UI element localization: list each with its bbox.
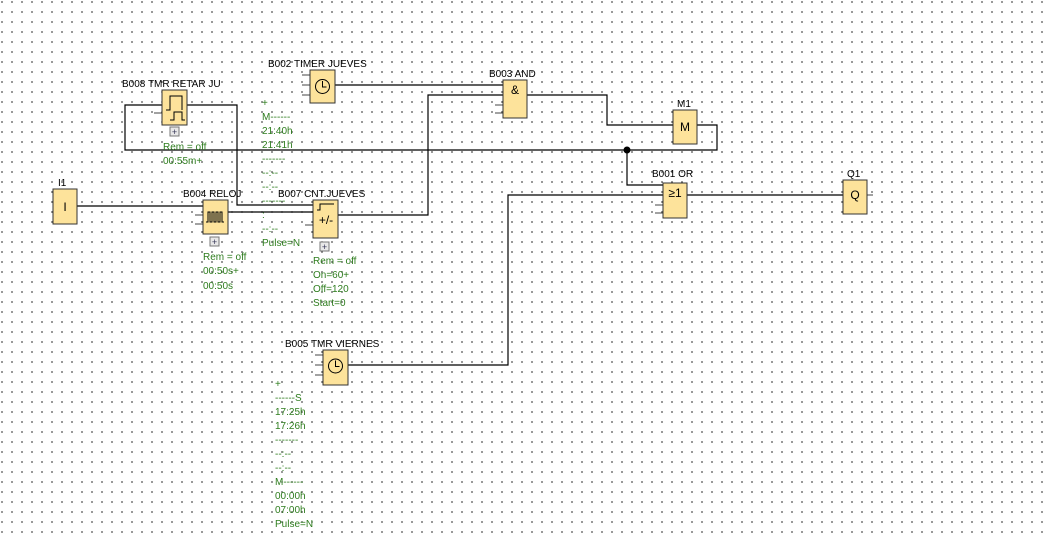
param-line: ------S [275, 393, 302, 404]
block-q1[interactable]: Q1 Q [842, 169, 868, 215]
param-line: Pulse=N [262, 238, 300, 249]
diagram-canvas[interactable]: I1 I B008 TMR RETAR JU + Rem = off 00:55… [0, 0, 1051, 538]
block-label: B002 TIMER JUEVES [268, 59, 367, 70]
b004-params: Rem = off 00:50s+ 00:50s [203, 252, 247, 292]
b008-params: Rem = off 00:55m+ [163, 142, 207, 167]
block-i1[interactable]: I1 I [52, 178, 78, 225]
block-label: M1 [677, 99, 691, 110]
wires [77, 84, 873, 366]
param-line: ------- [262, 154, 285, 165]
block-label: B008 TMR RETAR JU [122, 79, 221, 90]
b007-params: Rem = off On=60+ Off=120 Start=0 [313, 256, 357, 309]
svg-text:00:50s: 00:50s [203, 281, 233, 292]
b002-params: +M------21:40h21:41h---------:----:-----… [262, 98, 300, 249]
plus-icon: + [172, 127, 177, 137]
input-stubs [154, 74, 663, 376]
block-label: B004 RELOJ [183, 189, 241, 200]
param-line: 21:41h [262, 140, 293, 151]
param-line: 00:00h [275, 491, 306, 502]
svg-text:00:55m+: 00:55m+ [163, 156, 202, 167]
svg-text:Start=0: Start=0 [313, 298, 346, 309]
wire-feedback-loop[interactable] [124, 104, 718, 151]
flag-symbol: M [680, 120, 690, 134]
param-line: + [262, 98, 268, 109]
input-symbol: I [63, 200, 66, 214]
block-b001[interactable]: B001 OR ≥1 [652, 169, 693, 219]
plus-icon: + [212, 237, 217, 247]
param-line: + [275, 379, 281, 390]
param-line: --:-- [262, 224, 278, 235]
param-line: M------ [262, 112, 290, 123]
svg-text:Rem = off: Rem = off [163, 142, 207, 153]
wire-b003-m1[interactable] [527, 94, 673, 126]
svg-text:On=60+: On=60+ [313, 270, 349, 281]
block-b003[interactable]: B003 AND & [489, 69, 536, 119]
param-line: 07:00h [275, 505, 306, 516]
param-line: M------ [275, 477, 303, 488]
param-line: 17:25h [275, 407, 306, 418]
svg-text:Rem = off: Rem = off [313, 256, 357, 267]
block-m1[interactable]: M1 M [672, 99, 698, 145]
param-line: 21:40h [262, 126, 293, 137]
block-label: Q1 [847, 169, 861, 180]
param-line: Pulse=N [275, 519, 313, 530]
output-symbol: Q [850, 188, 859, 202]
wire-junction-dot [623, 146, 631, 154]
block-b008[interactable]: B008 TMR RETAR JU [122, 79, 221, 126]
counter-symbol: +/- [319, 213, 333, 227]
svg-text:Off=120: Off=120 [313, 284, 349, 295]
block-label: B005 TMR VIERNES [285, 339, 380, 350]
svg-text:00:50s+: 00:50s+ [203, 266, 239, 277]
param-line: ------- [275, 435, 298, 446]
block-b005[interactable]: B005 TMR VIERNES [285, 339, 380, 386]
svg-text:Rem = off: Rem = off [203, 252, 247, 263]
block-b002[interactable]: B002 TIMER JUEVES [268, 59, 367, 104]
block-label: B003 AND [489, 69, 536, 80]
and-symbol: & [511, 83, 519, 97]
b005-params: + ------S 17:25h 17:26h ------- --:-- --:-- M--… [275, 379, 313, 530]
param-line: --:-- [262, 168, 278, 179]
param-line: 17:26h [275, 421, 306, 432]
block-b007[interactable]: B007 CNT.JUEVES +/- [278, 189, 366, 239]
param-line: --:-- [275, 463, 291, 474]
block-label: I1 [58, 178, 67, 189]
block-label: B007 CNT.JUEVES [278, 189, 366, 200]
or-symbol: ≥1 [668, 186, 682, 200]
param-line: --:-- [262, 182, 278, 193]
block-label: B001 OR [652, 169, 693, 180]
param-line: : [262, 210, 265, 221]
plus-icon: + [322, 242, 327, 252]
function-block-diagram: I1 I B008 TMR RETAR JU + Rem = off 00:55… [52, 59, 873, 530]
wire-b005-b001[interactable] [348, 194, 663, 366]
param-line: --:-- [275, 449, 291, 460]
